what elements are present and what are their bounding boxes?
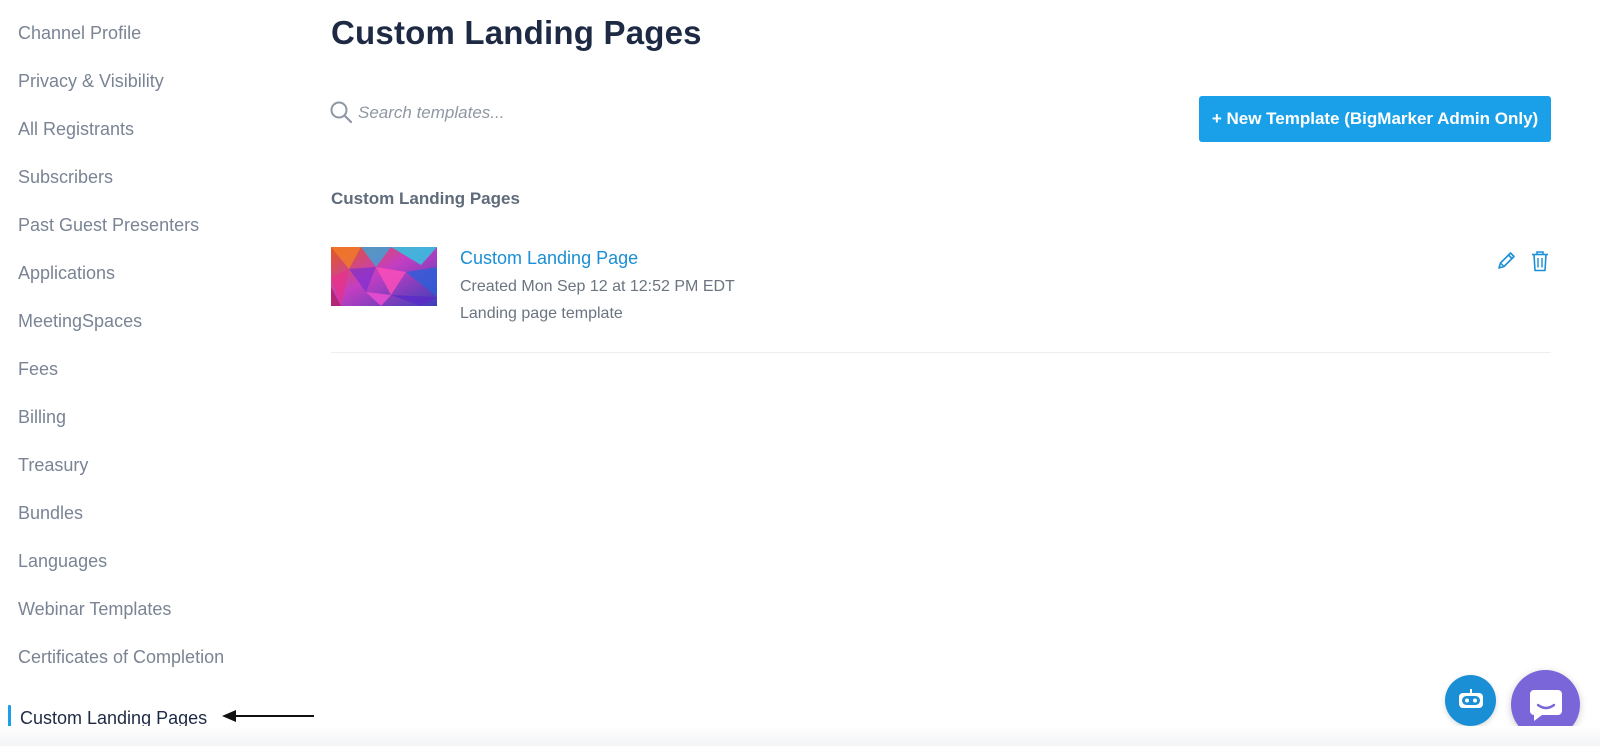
sidebar-item-channel-profile[interactable]: Channel Profile [18, 22, 141, 44]
search-icon [330, 101, 353, 124]
sidebar-item-billing[interactable]: Billing [18, 406, 66, 428]
pointer-arrow-icon [222, 710, 314, 722]
sidebar-item-bundles[interactable]: Bundles [18, 502, 83, 524]
sidebar-item-webinar-templates[interactable]: Webinar Templates [18, 598, 171, 620]
sidebar-item-all-registrants[interactable]: All Registrants [18, 118, 134, 140]
sidebar-item-past-guest-presenters[interactable]: Past Guest Presenters [18, 214, 199, 236]
page-title: Custom Landing Pages [331, 14, 702, 51]
sidebar-item-applications[interactable]: Applications [18, 262, 115, 284]
template-created-date: Created Mon Sep 12 at 12:52 PM EDT [460, 278, 735, 295]
sidebar-item-fees[interactable]: Fees [18, 358, 58, 380]
template-thumbnail[interactable] [331, 247, 437, 306]
sidebar-item-meetingspaces[interactable]: MeetingSpaces [18, 310, 142, 332]
template-description: Landing page template [460, 305, 623, 322]
sidebar-item-treasury[interactable]: Treasury [18, 454, 88, 476]
trash-icon[interactable] [1530, 250, 1550, 272]
pencil-icon[interactable] [1495, 250, 1517, 272]
new-template-button[interactable]: + New Template (BigMarker Admin Only) [1199, 96, 1551, 142]
bot-icon [1458, 688, 1483, 708]
page-bottom-edge [0, 726, 1600, 746]
section-heading: Custom Landing Pages [331, 189, 520, 208]
assistant-button[interactable] [1445, 675, 1496, 726]
sidebar-item-subscribers[interactable]: Subscribers [18, 166, 113, 188]
sidebar-item-privacy-visibility[interactable]: Privacy & Visibility [18, 70, 164, 92]
search-input[interactable] [358, 100, 838, 126]
sidebar-nav: Channel Profile Privacy & Visibility All… [0, 0, 314, 746]
sidebar-item-languages[interactable]: Languages [18, 550, 107, 572]
sidebar-item-certificates[interactable]: Certificates of Completion [18, 646, 224, 668]
template-name-link[interactable]: Custom Landing Page [460, 248, 638, 269]
list-divider [331, 352, 1551, 353]
chat-bubble-icon [1529, 689, 1562, 721]
